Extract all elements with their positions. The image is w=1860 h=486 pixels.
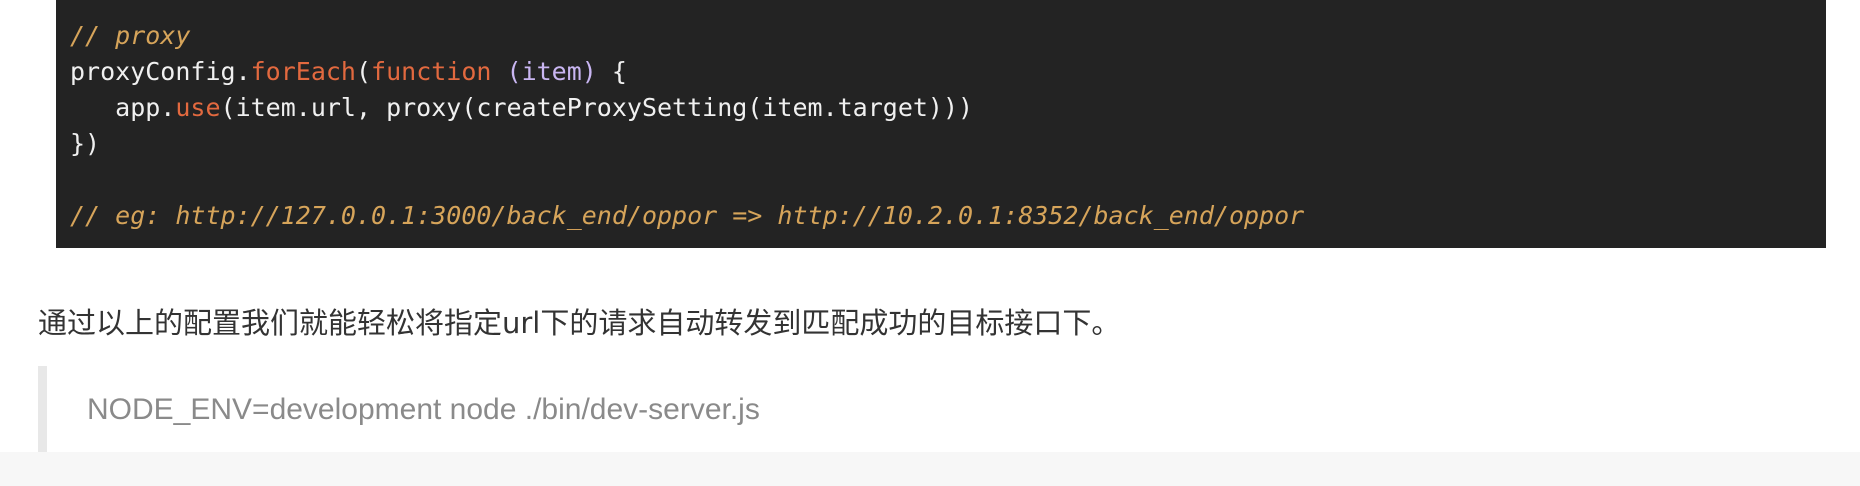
- code-block: // proxy proxyConfig.forEach(function (i…: [56, 0, 1826, 248]
- body-paragraph: 通过以上的配置我们就能轻松将指定url下的请求自动转发到匹配成功的目标接口下。: [38, 306, 1121, 340]
- code-line-1: // proxy: [70, 18, 1812, 54]
- command-blockquote: NODE_ENV=development node ./bin/dev-serv…: [38, 366, 1822, 454]
- code-comment: // eg: http://127.0.0.1:3000/back_end/op…: [70, 201, 1305, 230]
- code-line-4: }): [70, 126, 1812, 162]
- code-paren: (: [355, 57, 372, 86]
- code-comment: // proxy: [70, 21, 191, 50]
- page-footer-band: [0, 452, 1860, 486]
- code-line-2: proxyConfig.forEach(function (item) {: [70, 54, 1812, 90]
- code-method: use: [175, 93, 221, 122]
- code-closing: }): [70, 129, 101, 158]
- code-method: forEach: [250, 57, 356, 86]
- code-line-3: app.use(item.url, proxy(createProxySetti…: [70, 90, 1812, 126]
- code-args: (item.url, proxy(createProxySetting(item…: [220, 93, 974, 122]
- code-brace: {: [596, 57, 627, 86]
- code-object: app.: [70, 93, 176, 122]
- code-param: (item): [506, 57, 597, 86]
- code-object: proxyConfig.: [70, 57, 251, 86]
- code-line-6: // eg: http://127.0.0.1:3000/back_end/op…: [70, 198, 1812, 234]
- blockquote-text: NODE_ENV=development node ./bin/dev-serv…: [87, 393, 760, 426]
- code-keyword: function: [371, 57, 492, 86]
